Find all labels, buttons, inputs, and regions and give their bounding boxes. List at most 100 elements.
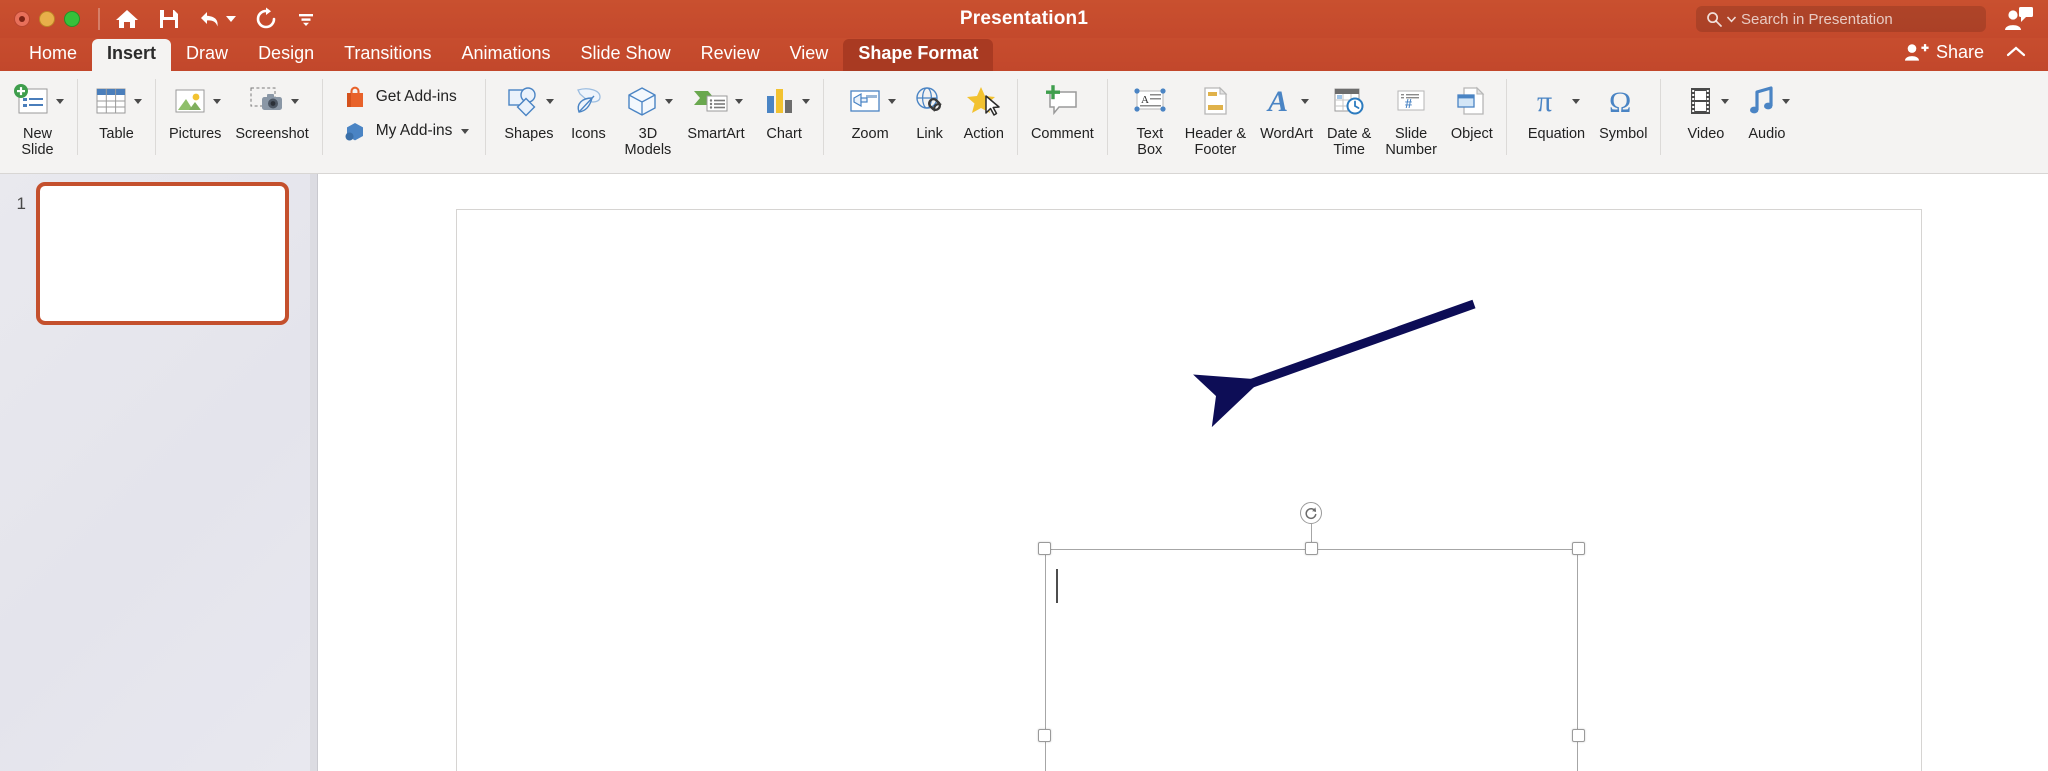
ribbon-3d-models-button[interactable]: 3D Models	[615, 71, 680, 158]
ribbon-comment-button[interactable]: Comment	[1024, 71, 1101, 142]
ribbon-tab-strip: Home Insert Draw Design Transitions Anim…	[0, 38, 2048, 71]
ribbon-screenshot-button[interactable]: Screenshot	[228, 71, 315, 142]
ribbon-link-button[interactable]: Link	[903, 71, 957, 142]
group-divider	[485, 79, 487, 155]
ribbon-zoom-button[interactable]: Zoom	[838, 71, 903, 142]
ribbon-toolbar: New Slide Table Pictures Screenshot Get …	[0, 71, 2048, 174]
ribbon-date-time-button[interactable]: Date & Time	[1320, 71, 1378, 158]
resize-handle-middle-left[interactable]	[1038, 729, 1051, 742]
ribbon-new-slide-button[interactable]: New Slide	[4, 71, 71, 158]
tab-design[interactable]: Design	[243, 39, 329, 71]
screenshot-dropdown-caret[interactable]	[290, 98, 299, 104]
undo-dropdown-caret[interactable]	[226, 16, 236, 22]
toolbar-divider	[98, 8, 100, 30]
share-button[interactable]: Share	[1904, 42, 1984, 63]
chart-dropdown-caret[interactable]	[801, 98, 810, 104]
ribbon-my-add-ins-button[interactable]: My Add-ins	[343, 119, 470, 143]
customize-toolbar-icon[interactable]	[296, 10, 316, 28]
account-comment-icon[interactable]	[2004, 6, 2034, 37]
ribbon-get-add-ins-button[interactable]: Get Add-ins	[343, 85, 470, 109]
my-add-ins-dropdown-caret[interactable]	[461, 128, 470, 134]
new-slide-dropdown-caret[interactable]	[56, 98, 64, 104]
tab-insert[interactable]: Insert	[92, 39, 172, 71]
ribbon-smartart-button[interactable]: SmartArt	[680, 71, 751, 142]
ribbon-video-label: Video	[1687, 126, 1725, 142]
screenshot-icon	[246, 84, 288, 118]
wordart-dropdown-caret[interactable]	[1301, 98, 1310, 104]
group-divider	[1016, 79, 1018, 155]
wordart-icon: A	[1264, 84, 1298, 118]
resize-handle-top-right[interactable]	[1572, 542, 1585, 555]
slide-thumbnail-item[interactable]: 1	[10, 182, 289, 325]
text-box-frame	[1045, 549, 1578, 771]
ribbon-chart-button[interactable]: Chart	[752, 71, 817, 142]
ribbon-icons-button[interactable]: Icons	[561, 71, 615, 142]
table-dropdown-caret[interactable]	[134, 98, 142, 104]
header-footer-icon	[1195, 84, 1235, 118]
video-dropdown-caret[interactable]	[1721, 98, 1730, 104]
ribbon-new-slide-label: New Slide	[21, 126, 54, 159]
undo-icon[interactable]	[198, 8, 236, 30]
tab-slide-show[interactable]: Slide Show	[566, 39, 686, 71]
ribbon-action-button[interactable]: Action	[957, 71, 1011, 142]
ribbon-screenshot-label: Screenshot	[235, 126, 309, 142]
resize-handle-top-center[interactable]	[1305, 542, 1318, 555]
maximize-window-button[interactable]	[64, 11, 80, 27]
slide-canvas[interactable]	[456, 209, 1922, 771]
search-chevron-down-icon[interactable]	[1727, 15, 1736, 23]
close-window-button[interactable]	[14, 11, 30, 27]
ribbon-symbol-button[interactable]: Ω Symbol	[1592, 71, 1654, 142]
slide-pane-scrollbar[interactable]	[310, 174, 317, 771]
ribbon-collapse-button[interactable]	[2006, 45, 2026, 63]
person-add-icon	[1904, 44, 1929, 61]
audio-dropdown-caret[interactable]	[1782, 98, 1791, 104]
rotation-handle[interactable]	[1300, 502, 1322, 524]
equation-icon: π	[1533, 84, 1569, 118]
symbol-icon: Ω	[1605, 84, 1641, 118]
ribbon-equation-button[interactable]: π Equation	[1521, 71, 1592, 142]
slide-canvas-area[interactable]	[318, 174, 2048, 771]
ribbon-3d-models-label: 3D Models	[624, 126, 672, 159]
ribbon-object-button[interactable]: Object	[1444, 71, 1500, 142]
icons-icon	[568, 84, 608, 118]
resize-handle-top-left[interactable]	[1038, 542, 1051, 555]
equation-dropdown-caret[interactable]	[1571, 98, 1580, 104]
save-icon[interactable]	[158, 8, 180, 30]
ribbon-pictures-button[interactable]: Pictures	[162, 71, 228, 142]
tab-view[interactable]: View	[775, 39, 844, 71]
tab-review[interactable]: Review	[686, 39, 775, 71]
ribbon-get-add-ins-label: Get Add-ins	[375, 88, 457, 105]
smartart-dropdown-caret[interactable]	[734, 98, 743, 104]
ribbon-header-footer-button[interactable]: Header & Footer	[1178, 71, 1253, 158]
ribbon-table-button[interactable]: Table	[84, 71, 149, 142]
slide-thumbnail-1[interactable]	[36, 182, 289, 325]
slide-number-label: 1	[16, 194, 26, 213]
search-input[interactable]: Search in Presentation	[1696, 6, 1986, 32]
tab-animations[interactable]: Animations	[446, 39, 565, 71]
redo-icon[interactable]	[254, 7, 278, 31]
ribbon-group-text: A Text Box Header & Footer A WordArt Dat…	[1118, 71, 1517, 173]
selected-text-box[interactable]	[1038, 502, 1585, 771]
ribbon-icons-label: Icons	[571, 126, 606, 142]
cube-icon	[622, 84, 662, 118]
zoom-dropdown-caret[interactable]	[887, 98, 896, 104]
home-icon[interactable]	[114, 7, 140, 31]
shapes-icon	[503, 84, 543, 118]
tab-draw[interactable]: Draw	[171, 39, 243, 71]
resize-handle-middle-right[interactable]	[1572, 729, 1585, 742]
3d-models-dropdown-caret[interactable]	[665, 98, 674, 104]
pictures-dropdown-caret[interactable]	[212, 98, 221, 104]
tab-shape-format[interactable]: Shape Format	[843, 39, 994, 71]
ribbon-wordart-button[interactable]: A WordArt	[1253, 71, 1320, 142]
date-time-icon	[1329, 84, 1369, 118]
ribbon-shapes-button[interactable]: Shapes	[496, 71, 561, 142]
ribbon-video-button[interactable]: Video	[1675, 71, 1736, 142]
tab-transitions[interactable]: Transitions	[329, 39, 446, 71]
ribbon-audio-button[interactable]: Audio	[1736, 71, 1797, 142]
minimize-window-button[interactable]	[39, 11, 55, 27]
ribbon-pictures-label: Pictures	[169, 126, 222, 142]
ribbon-text-box-button[interactable]: A Text Box	[1122, 71, 1178, 158]
tab-home[interactable]: Home	[14, 39, 92, 71]
ribbon-slide-number-button[interactable]: # Slide Number	[1378, 71, 1444, 158]
shapes-dropdown-caret[interactable]	[546, 98, 555, 104]
